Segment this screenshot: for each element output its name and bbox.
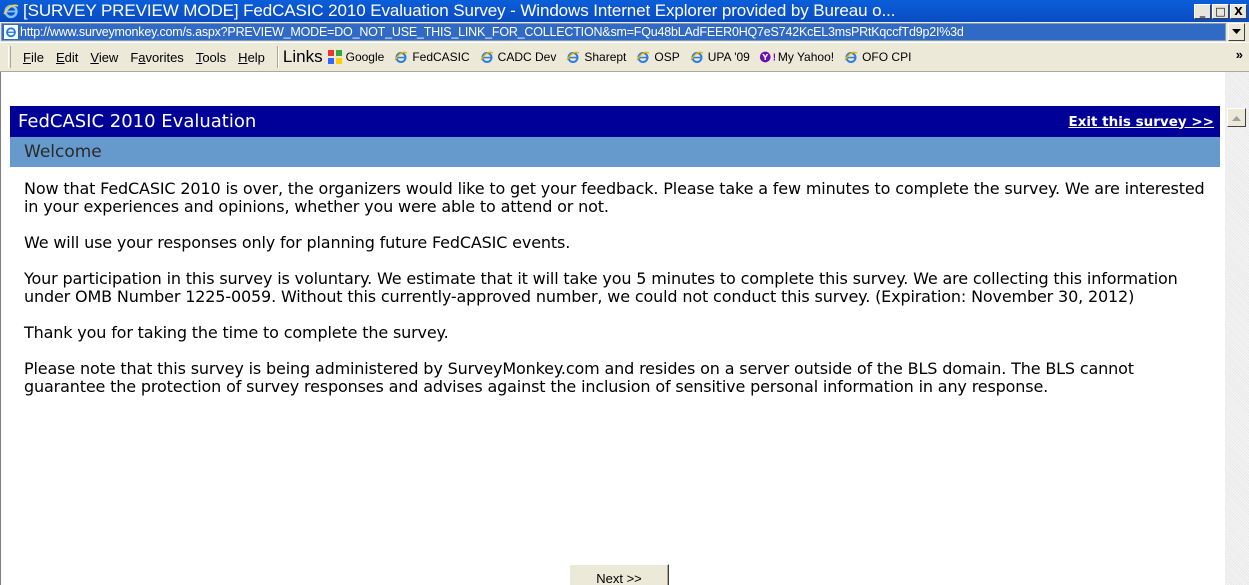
ie-icon bbox=[479, 49, 495, 65]
link-upa-09[interactable]: UPA '09 bbox=[689, 49, 750, 65]
exit-survey-link[interactable]: Exit this survey >> bbox=[1068, 114, 1220, 130]
links-separator bbox=[276, 46, 279, 68]
menu-favorites[interactable]: Favorites bbox=[124, 50, 189, 65]
more-links-chevron-icon[interactable]: » bbox=[1236, 47, 1243, 62]
paragraph: Your participation in this survey is vol… bbox=[24, 269, 1178, 306]
menu-rest: vorites bbox=[145, 49, 184, 65]
menu-rest: elp bbox=[247, 49, 265, 65]
link-label: OSP bbox=[654, 50, 680, 64]
link-label: My Yahoo! bbox=[777, 50, 835, 64]
vertical-scrollbar[interactable] bbox=[1225, 72, 1249, 585]
links-label[interactable]: Links bbox=[283, 47, 323, 67]
minimize-button[interactable]: _ bbox=[1194, 3, 1211, 19]
close-button[interactable]: X bbox=[1230, 3, 1247, 19]
ie-icon bbox=[843, 49, 859, 65]
link-sharept[interactable]: Sharept bbox=[565, 49, 626, 65]
address-input[interactable]: http://www.surveymonkey.com/s.aspx?PREVI… bbox=[1, 23, 1226, 41]
address-bar: http://www.surveymonkey.com/s.aspx?PREVI… bbox=[0, 22, 1249, 42]
link-ofo-cpi[interactable]: OFO CPI bbox=[843, 49, 911, 65]
link-my-yahoo[interactable]: Y! My Yahoo! bbox=[759, 49, 834, 65]
svg-text:!: ! bbox=[772, 53, 775, 64]
link-google[interactable]: Google bbox=[327, 49, 385, 65]
restore-button[interactable]: □ bbox=[1212, 3, 1229, 19]
section-title: Welcome bbox=[24, 142, 102, 162]
browser-viewport: FedCASIC 2010 Evaluation Exit this surve… bbox=[0, 72, 1249, 585]
menu-key: V bbox=[90, 49, 99, 65]
menu-view[interactable]: View bbox=[84, 50, 124, 65]
link-label: Sharept bbox=[584, 50, 627, 64]
menu-key: E bbox=[55, 49, 65, 65]
paragraph: Thank you for taking the time to complet… bbox=[24, 323, 449, 342]
address-dropdown-button[interactable] bbox=[1228, 23, 1245, 41]
scroll-up-button[interactable] bbox=[1227, 108, 1246, 127]
minimize-icon: _ bbox=[1199, 4, 1206, 18]
link-label: Google bbox=[345, 50, 385, 64]
next-button[interactable]: Next >> bbox=[569, 564, 669, 585]
menu-tools[interactable]: Tools bbox=[190, 50, 232, 65]
toolbar-grip[interactable] bbox=[8, 46, 11, 68]
survey-title: FedCASIC 2010 Evaluation bbox=[18, 111, 257, 132]
paragraph: Please note that this survey is being ad… bbox=[24, 359, 1134, 396]
ie-icon bbox=[565, 49, 581, 65]
welcome-content: Now that FedCASIC 2010 is over, the orga… bbox=[24, 180, 1214, 414]
page-ie-icon bbox=[4, 25, 18, 39]
menu-rest: ile bbox=[30, 49, 44, 65]
ie-icon bbox=[635, 49, 651, 65]
chevron-up-icon bbox=[1232, 115, 1241, 121]
menu-key: H bbox=[238, 49, 248, 65]
window-title-bar[interactable]: [SURVEY PREVIEW MODE] FedCASIC 2010 Eval… bbox=[0, 0, 1249, 22]
link-label: UPA '09 bbox=[707, 50, 750, 64]
menu-edit[interactable]: Edit bbox=[50, 50, 84, 65]
link-label: FedCASIC bbox=[412, 50, 470, 64]
section-header: Welcome bbox=[10, 137, 1220, 167]
menu-key: a bbox=[138, 49, 146, 65]
paragraph: We will use your responses only for plan… bbox=[24, 233, 571, 252]
survey-header: FedCASIC 2010 Evaluation Exit this surve… bbox=[10, 106, 1220, 137]
google-icon bbox=[327, 49, 343, 65]
ie-icon bbox=[393, 49, 409, 65]
menu-rest: dit bbox=[64, 49, 79, 65]
close-icon: X bbox=[1234, 4, 1243, 18]
link-osp[interactable]: OSP bbox=[635, 49, 680, 65]
ie-icon bbox=[689, 49, 705, 65]
page-left-border bbox=[0, 72, 10, 585]
link-fedcasic[interactable]: FedCASIC bbox=[393, 49, 470, 65]
link-label: CADC Dev bbox=[497, 50, 557, 64]
menu-key: F bbox=[23, 49, 31, 65]
menu-rest: iew bbox=[98, 49, 119, 65]
ie-icon bbox=[2, 2, 20, 20]
paragraph: Now that FedCASIC 2010 is over, the orga… bbox=[24, 179, 1205, 216]
menu-file[interactable]: File bbox=[17, 50, 50, 65]
window-title: [SURVEY PREVIEW MODE] FedCASIC 2010 Eval… bbox=[23, 1, 896, 20]
link-cadc-dev[interactable]: CADC Dev bbox=[479, 49, 557, 65]
chevron-down-icon bbox=[1232, 29, 1241, 34]
link-label: OFO CPI bbox=[862, 50, 912, 64]
menu-links-bar: File Edit View Favorites Tools Help Link… bbox=[0, 42, 1249, 72]
menu-rest: ools bbox=[202, 49, 227, 65]
svg-text:Y: Y bbox=[761, 53, 768, 62]
yahoo-icon: Y! bbox=[759, 49, 775, 65]
restore-icon: □ bbox=[1215, 4, 1226, 18]
menu-help[interactable]: Help bbox=[232, 50, 271, 65]
address-url: http://www.surveymonkey.com/s.aspx?PREVI… bbox=[20, 25, 964, 39]
